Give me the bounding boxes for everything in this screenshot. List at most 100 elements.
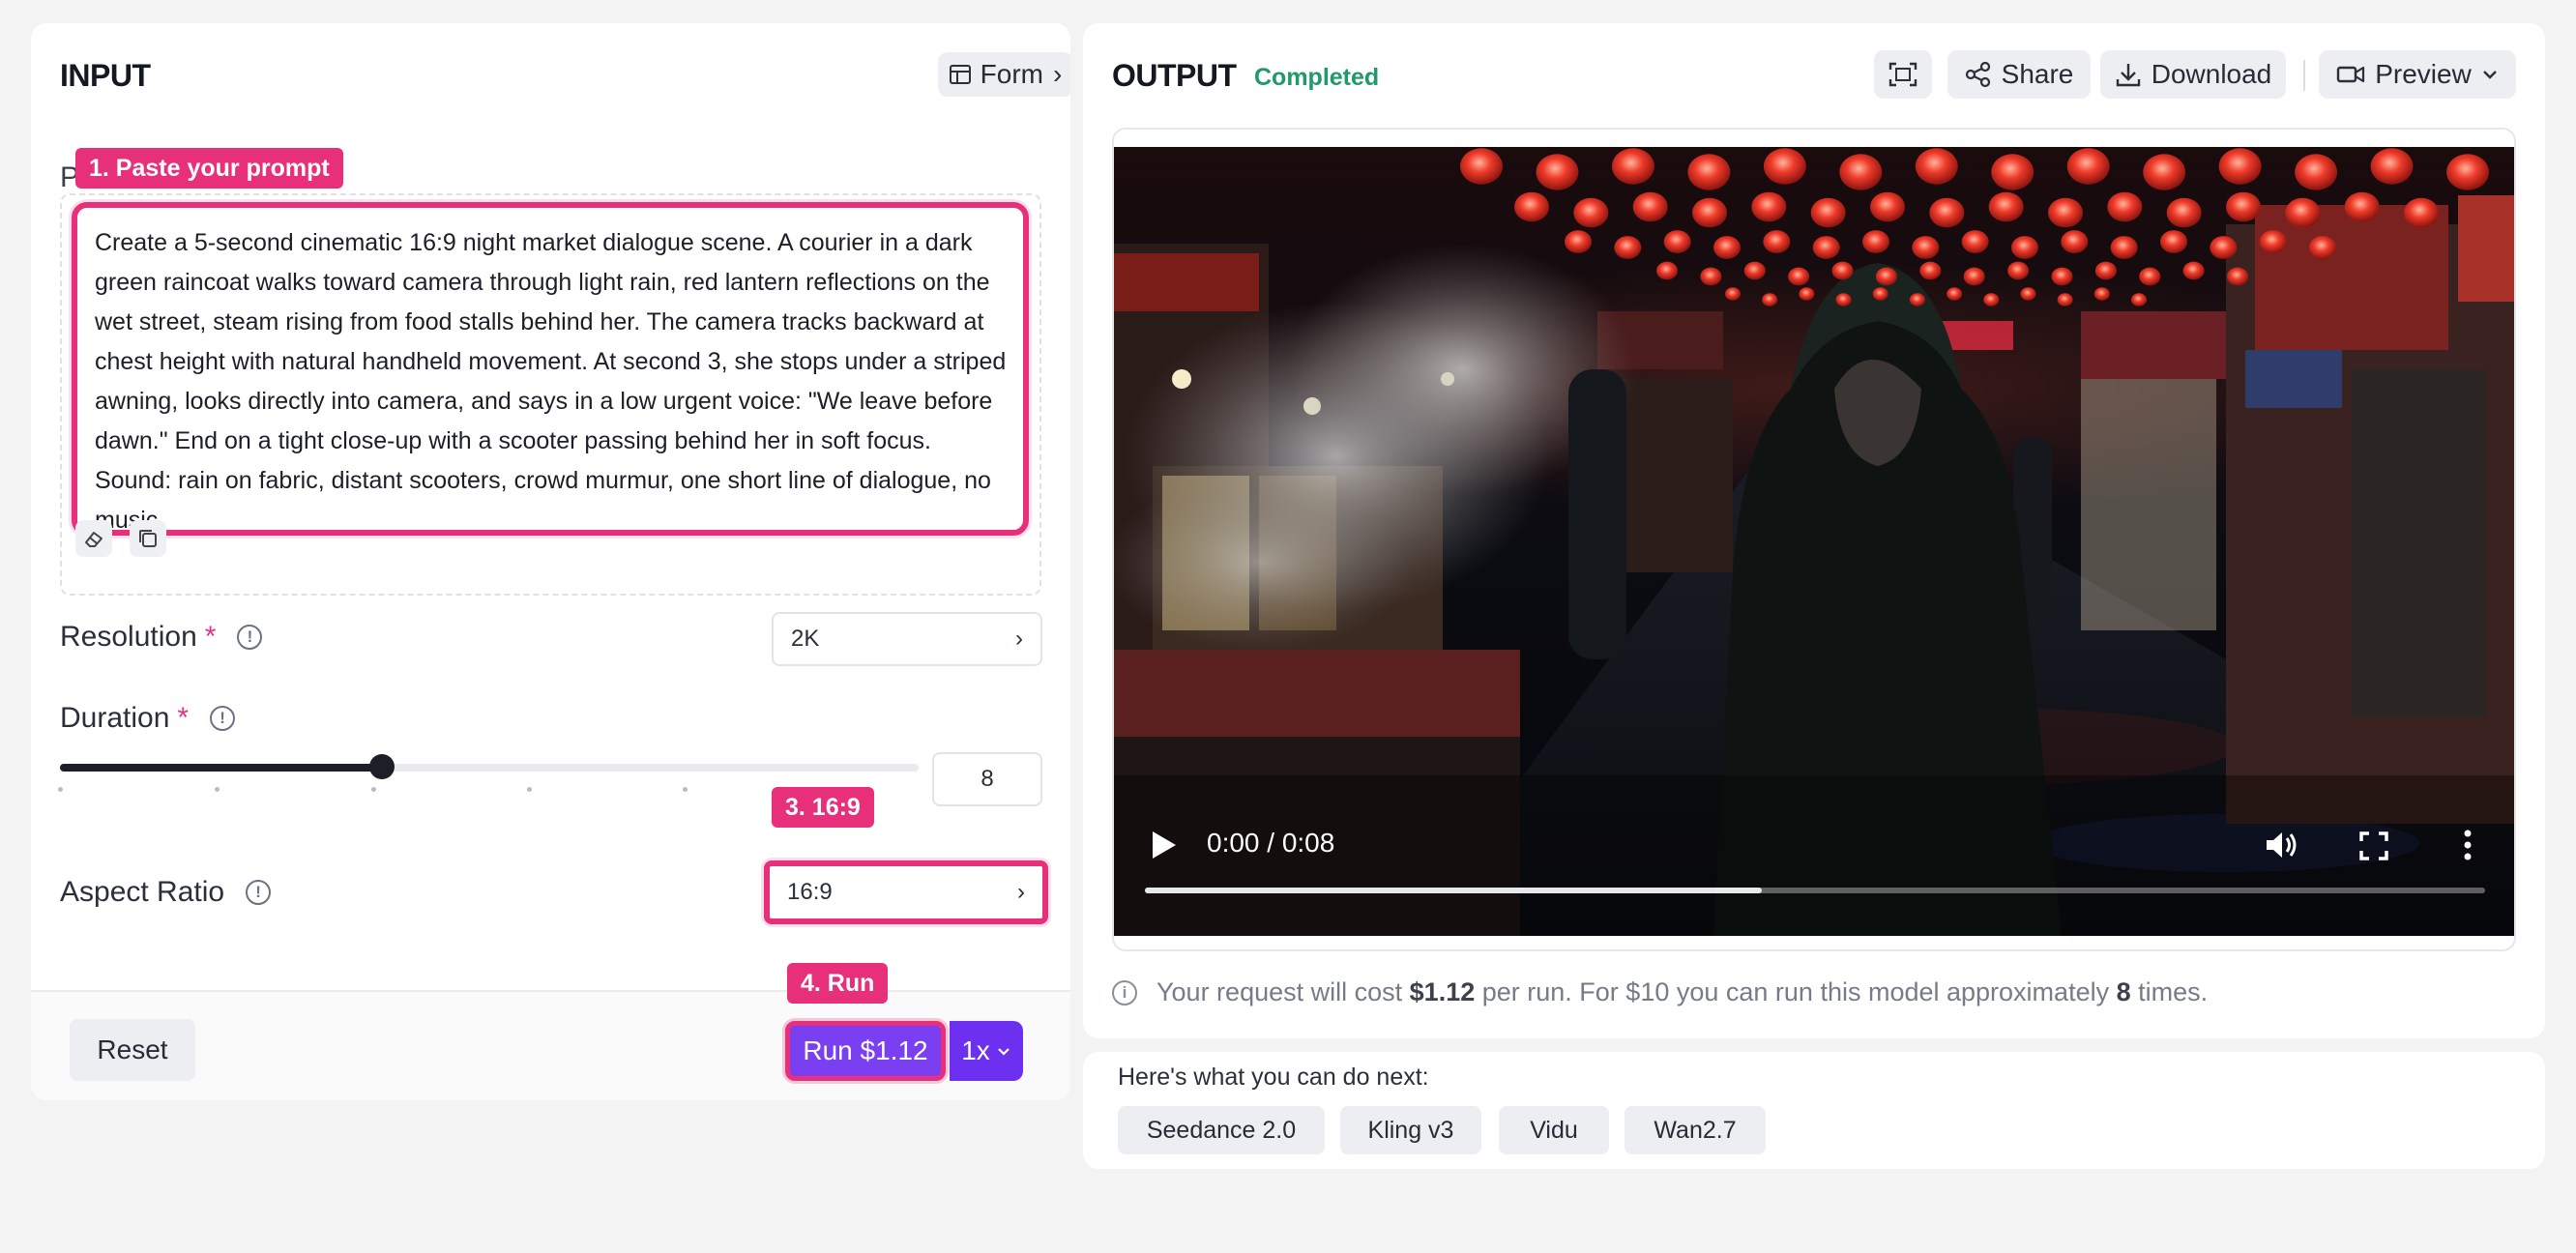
toolbar-divider (2303, 60, 2305, 91)
duration-label: Duration * ! (60, 702, 236, 735)
lantern (2285, 197, 2321, 228)
info-icon[interactable]: ! (210, 706, 236, 731)
run-button[interactable]: Run $1.12 (785, 1021, 946, 1081)
share-icon (1965, 61, 1990, 88)
multiplier-value: 1x (961, 1035, 990, 1065)
chevron-right-icon: › (1015, 626, 1023, 652)
aspect-ratio-select[interactable]: 16:9 › (764, 860, 1048, 924)
copy-icon[interactable] (130, 520, 166, 557)
chevron-right-icon: › (1053, 59, 1063, 89)
fullscreen-icon[interactable] (2359, 831, 2388, 860)
lantern (2370, 148, 2414, 185)
video-player[interactable]: 0:00 / 0:08 (1114, 147, 2514, 936)
prompt-textarea[interactable]: Create a 5-second cinematic 16:9 night m… (72, 202, 1029, 536)
lantern (1743, 261, 1766, 280)
multiplier-dropdown[interactable]: 1x (950, 1021, 1023, 1081)
duration-slider-thumb[interactable] (369, 754, 395, 779)
model-chip-wan[interactable]: Wan2.7 (1625, 1106, 1766, 1154)
lantern (1810, 197, 1846, 228)
download-button[interactable]: Download (2100, 50, 2286, 99)
lantern (2066, 148, 2110, 185)
lantern (1762, 293, 1778, 306)
lantern (1872, 287, 1888, 301)
next-steps-panel: Here's what you can do next: Seedance 2.… (1083, 1052, 2545, 1169)
input-title: INPUT (60, 58, 151, 93)
slider-tick (371, 787, 376, 792)
slider-tick (683, 787, 688, 792)
cost-amount: $1.12 (1409, 977, 1476, 1006)
volume-icon[interactable] (2265, 830, 2299, 860)
lantern (2404, 197, 2439, 228)
lantern (1912, 236, 1940, 259)
form-button[interactable]: Form › (938, 52, 1070, 97)
lantern (1875, 267, 1897, 286)
lantern (1915, 148, 1958, 185)
lantern (2166, 197, 2202, 228)
lantern (2051, 267, 2073, 286)
reset-button[interactable]: Reset (70, 1019, 195, 1081)
info-icon[interactable]: ! (246, 880, 272, 905)
lantern (1614, 236, 1642, 259)
lantern (1983, 293, 2000, 306)
info-icon[interactable]: ! (237, 625, 263, 650)
resolution-label: Resolution * ! (60, 621, 263, 654)
lantern (1725, 287, 1741, 301)
lantern (1929, 197, 1965, 228)
output-panel: OUTPUT Completed Share Download Preview (1083, 23, 2545, 1038)
lantern (2061, 230, 2089, 253)
lantern (1713, 236, 1741, 259)
video-progress-track[interactable] (1145, 888, 2485, 893)
expand-icon (1888, 62, 1917, 87)
lantern (1963, 267, 1985, 286)
preview-dropdown[interactable]: Preview (2319, 50, 2516, 99)
lantern (1763, 148, 1806, 185)
lantern (1788, 267, 1810, 286)
next-steps-title: Here's what you can do next: (1118, 1064, 1429, 1091)
chevron-down-icon (2482, 71, 2497, 79)
resolution-value: 2K (791, 626, 820, 652)
lantern (2094, 261, 2117, 280)
chevron-down-icon (998, 1048, 1010, 1056)
fullscreen-button[interactable] (1874, 50, 1932, 99)
lantern (1573, 197, 1609, 228)
lantern (1565, 230, 1592, 253)
slider-tick (215, 787, 220, 792)
lantern (2259, 230, 2287, 253)
video-time: 0:00 / 0:08 (1207, 828, 1335, 858)
lantern (2093, 287, 2110, 301)
lantern (2160, 230, 2187, 253)
lantern (1919, 261, 1942, 280)
lantern (1961, 230, 1989, 253)
lantern (1687, 154, 1731, 190)
chevron-right-icon: › (1017, 879, 1025, 905)
more-options-icon[interactable] (2462, 830, 2474, 860)
lantern (1862, 230, 1889, 253)
lantern (1799, 287, 1815, 301)
lantern (1763, 230, 1791, 253)
aspect-ratio-value: 16:9 (787, 879, 833, 905)
resolution-select[interactable]: 2K › (772, 612, 1042, 666)
lantern (2131, 293, 2147, 306)
eraser-icon[interactable] (75, 520, 112, 557)
lantern (2107, 191, 2143, 222)
lantern (1991, 154, 2034, 190)
cost-times: 8 (2116, 977, 2131, 1006)
aspect-ratio-label: Aspect Ratio ! (60, 876, 272, 909)
form-button-label: Form (980, 59, 1043, 89)
model-chip-kling[interactable]: Kling v3 (1340, 1106, 1481, 1154)
share-button[interactable]: Share (1947, 50, 2091, 99)
resolution-label-text: Resolution (60, 621, 197, 653)
model-chip-seedance[interactable]: Seedance 2.0 (1118, 1106, 1325, 1154)
share-label: Share (2001, 59, 2074, 89)
required-marker: * (177, 702, 190, 734)
lantern (2210, 236, 2238, 259)
input-panel: INPUT Form › P Create a 5-second cinemat… (31, 23, 1070, 1100)
lantern (2048, 197, 2083, 228)
lantern (2218, 148, 2262, 185)
duration-slider-track[interactable] (60, 764, 919, 772)
lantern (1536, 154, 1579, 190)
lantern (1988, 191, 2024, 222)
duration-input[interactable]: 8 (932, 752, 1042, 806)
model-chip-vidu[interactable]: Vidu (1499, 1106, 1609, 1154)
play-icon[interactable] (1149, 830, 1178, 860)
